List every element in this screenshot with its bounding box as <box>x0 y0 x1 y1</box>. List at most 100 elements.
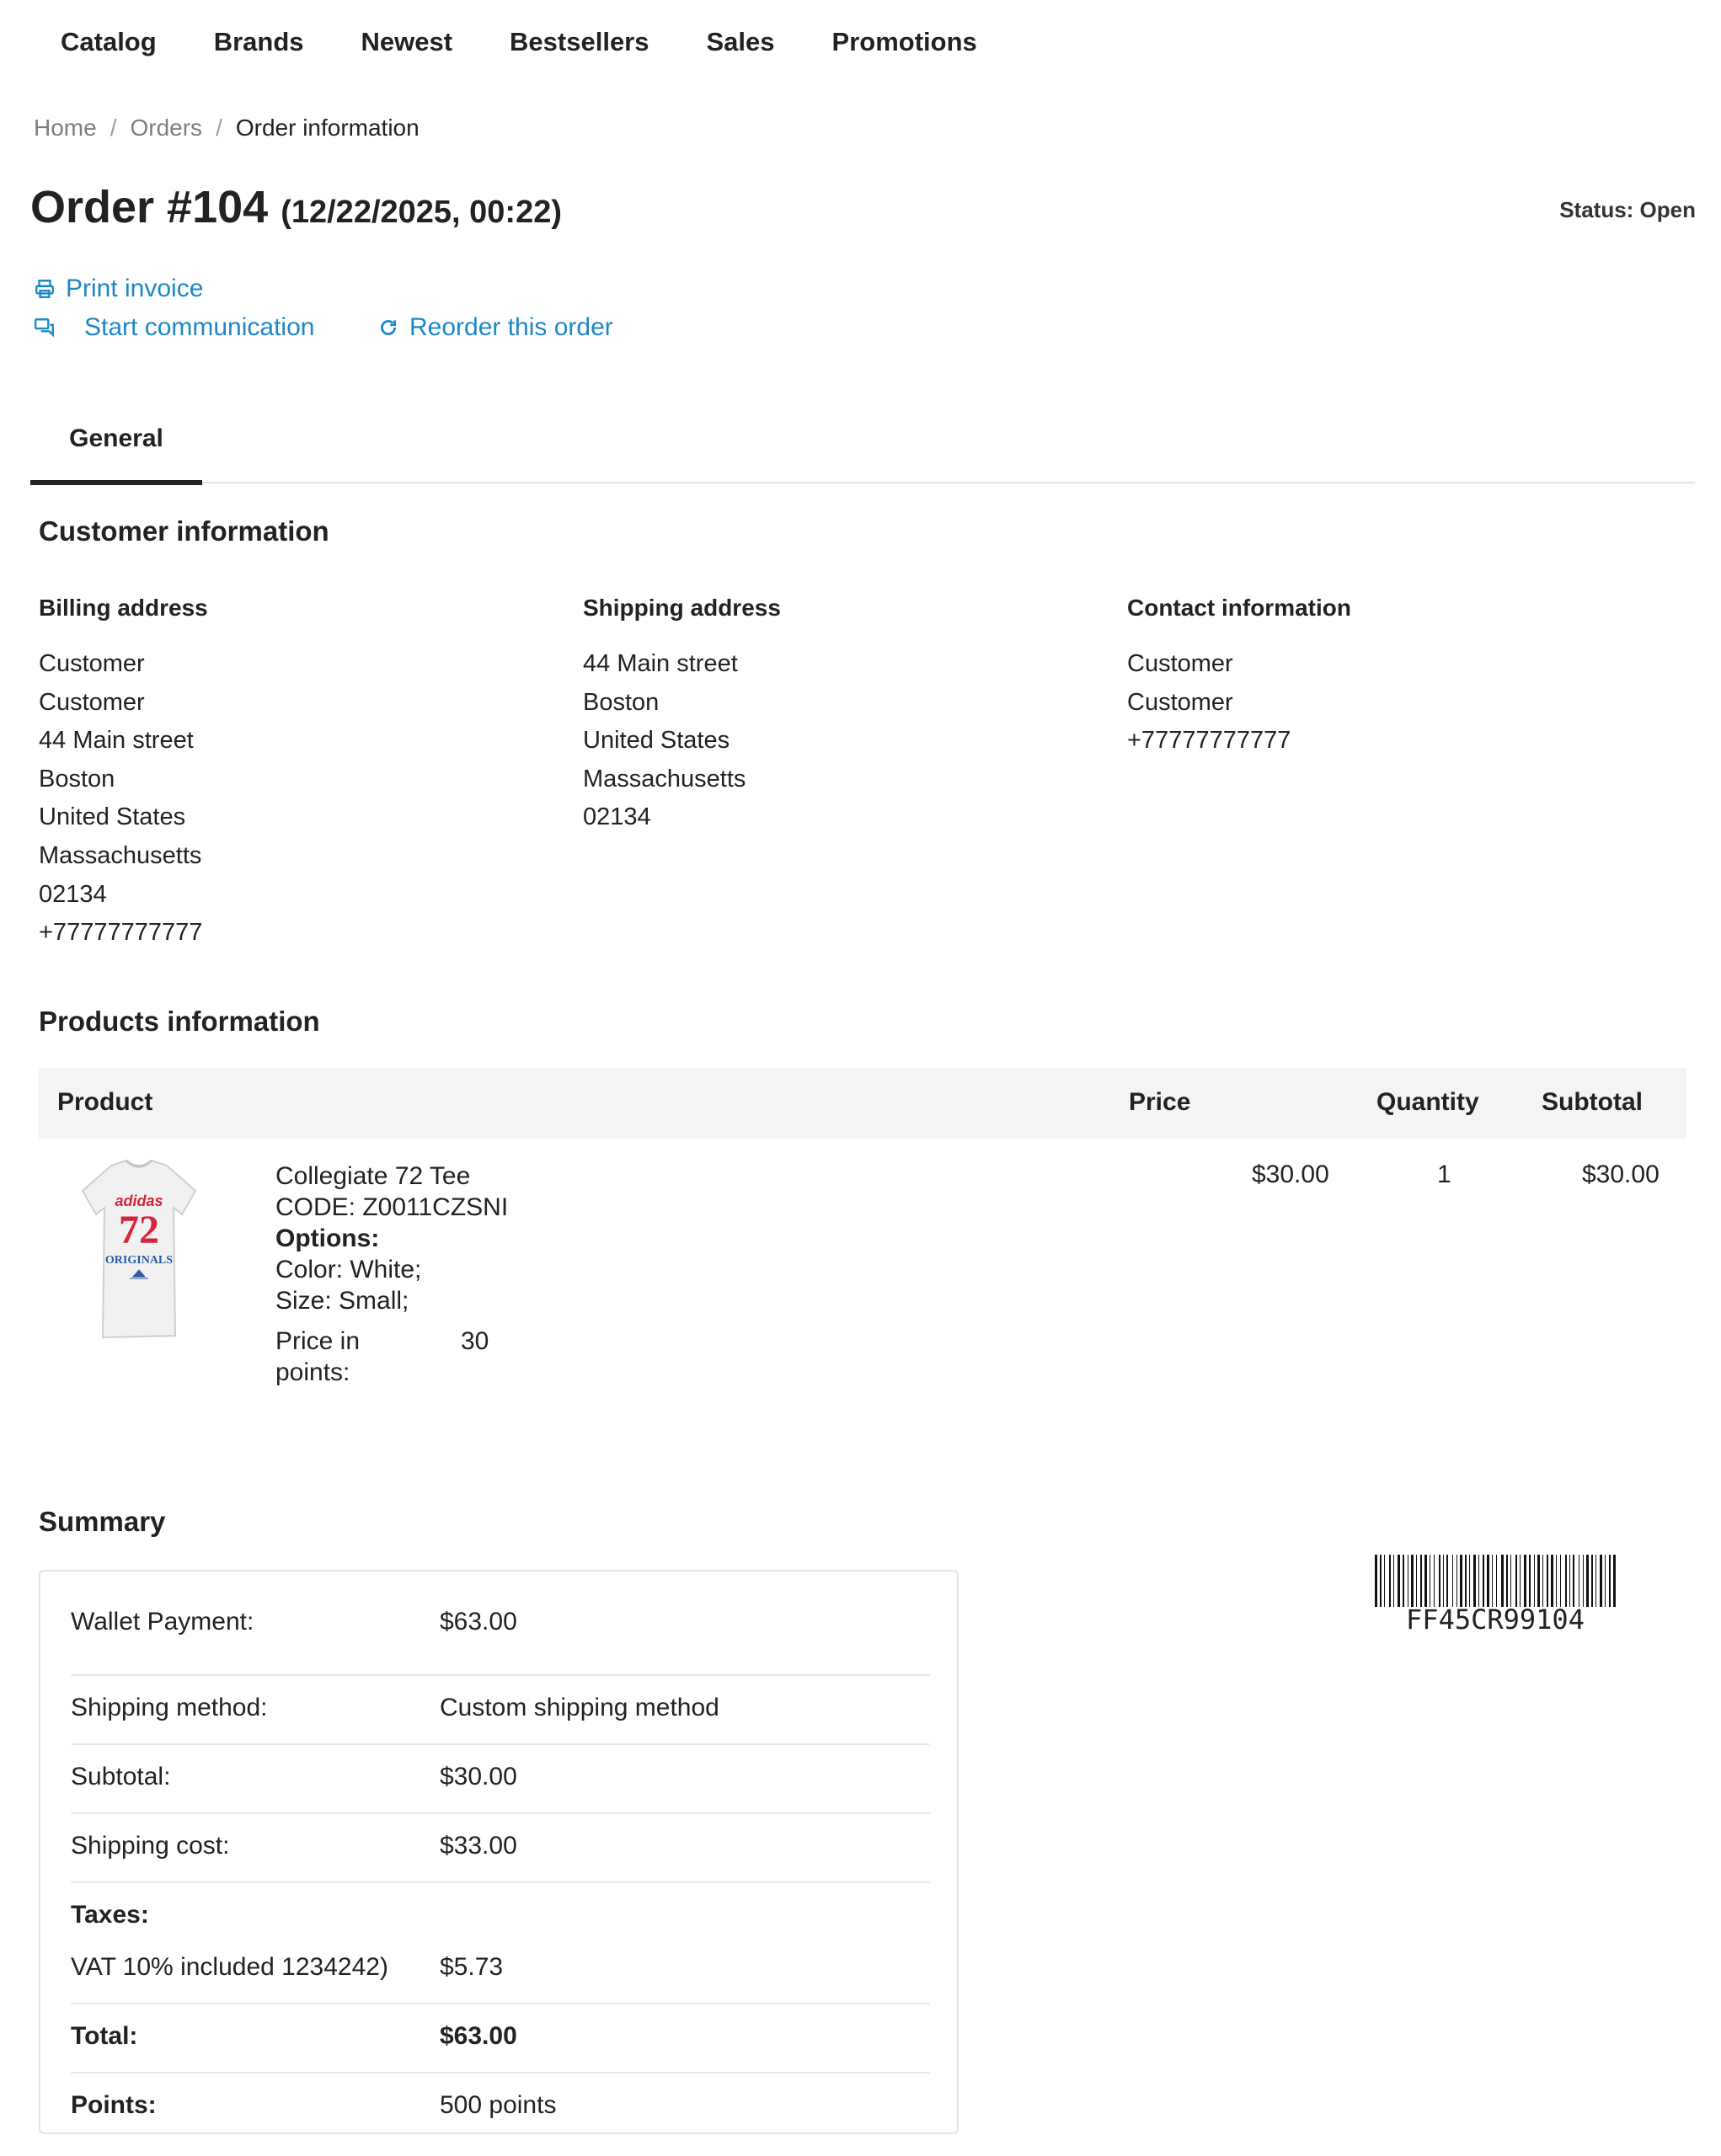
summary-heading: Summary <box>39 1506 166 1537</box>
billing-line: Massachusetts <box>39 841 202 869</box>
product-image-number: 72 <box>119 1208 159 1252</box>
summary-row-total: Total: $63.00 <box>71 2003 930 2073</box>
print-invoice-label: Print invoice <box>66 275 204 302</box>
contact-information-title: Contact information <box>1127 595 1351 621</box>
order-number: Order #104 <box>30 182 269 232</box>
product-quantity: 1 <box>1437 1161 1451 1188</box>
table-row: adidas 72 ORIGINALS Collegiate 72 Tee CO… <box>39 1139 1686 1442</box>
shipping-line: 44 Main street <box>583 650 738 677</box>
shipping-method-value: Custom shipping method <box>440 1694 719 1721</box>
shipping-line: United States <box>583 727 730 755</box>
header-product: Product <box>57 1088 153 1116</box>
product-points: Price in points: 30 <box>275 1326 511 1388</box>
top-navigation: Catalog Brands Newest Bestsellers Sales … <box>34 22 1006 62</box>
vat-value: $5.73 <box>440 1953 504 1981</box>
billing-address-title: Billing address <box>39 595 208 621</box>
total-label: Total: <box>71 2022 138 2050</box>
printer-icon <box>35 280 54 298</box>
subtotal-value: $30.00 <box>440 1763 517 1790</box>
points-value: 30 <box>461 1327 489 1355</box>
contact-information: Contact information Customer Customer +7… <box>1127 593 1351 760</box>
shipping-line: 02134 <box>583 803 651 831</box>
reorder-link[interactable]: Reorder this order <box>377 313 613 342</box>
nav-catalog[interactable]: Catalog <box>34 22 185 62</box>
products-table: Product Price Quantity Subtotal adidas 7… <box>39 1068 1686 1442</box>
breadcrumb-current: Order information <box>235 115 420 141</box>
wallet-label: Wallet Payment: <box>71 1608 254 1636</box>
billing-address: Billing address Customer Customer 44 Mai… <box>39 593 208 953</box>
product-options-label: Options: <box>275 1225 380 1252</box>
breadcrumb-home[interactable]: Home <box>34 113 97 143</box>
page-title: Order #104 (12/22/2025, 00:22) <box>30 180 562 239</box>
chat-icon <box>34 318 54 338</box>
product-subtotal: $30.00 <box>1582 1161 1660 1188</box>
billing-line: 44 Main street <box>39 727 194 755</box>
tab-bar: General <box>30 413 1695 485</box>
shipping-address-title: Shipping address <box>583 595 781 621</box>
product-code: CODE: Z0011CZSNI <box>275 1193 509 1221</box>
shipping-line: Massachusetts <box>583 765 746 792</box>
shipping-cost-label: Shipping cost: <box>71 1832 230 1860</box>
product-price: $30.00 <box>1252 1161 1329 1188</box>
total-value: $63.00 <box>440 2022 517 2050</box>
summary-points-value: 500 points <box>440 2091 557 2119</box>
reorder-label: Reorder this order <box>409 313 613 341</box>
product-image-sub: ORIGINALS <box>105 1254 173 1267</box>
nav-sales[interactable]: Sales <box>678 22 804 62</box>
header-quantity: Quantity <box>1376 1088 1479 1116</box>
summary-row-shipping-cost: Shipping cost: $33.00 <box>71 1812 930 1883</box>
product-image-brand: adidas <box>115 1193 163 1209</box>
taxes-label: Taxes: <box>71 1901 149 1929</box>
nav-bestsellers[interactable]: Bestsellers <box>481 22 677 62</box>
billing-line: Customer <box>39 688 145 716</box>
status-badge: Status: Open <box>1559 197 1696 222</box>
nav-newest[interactable]: Newest <box>333 22 482 62</box>
refresh-icon <box>381 320 396 335</box>
customer-info-heading: Customer information <box>39 515 329 547</box>
start-communication-link[interactable]: Start communication <box>34 313 314 342</box>
breadcrumb: Home / Orders / Order information <box>34 113 420 143</box>
summary-row-vat: VAT 10% included 1234242) $5.73 <box>71 1934 930 2004</box>
contact-line: Customer <box>1127 650 1233 677</box>
product-option-size: Size: Small; <box>275 1287 409 1315</box>
wallet-value: $63.00 <box>440 1608 517 1636</box>
billing-line: Boston <box>39 765 115 792</box>
header-subtotal: Subtotal <box>1542 1088 1643 1116</box>
subtotal-label: Subtotal: <box>71 1763 171 1790</box>
billing-line: +77777777777 <box>39 919 203 947</box>
breadcrumb-separator: / <box>110 115 117 141</box>
contact-line: Customer <box>1127 688 1233 716</box>
contact-line: +77777777777 <box>1127 727 1291 755</box>
billing-line: United States <box>39 803 186 831</box>
products-table-header: Product Price Quantity Subtotal <box>39 1068 1686 1139</box>
product-option-color: Color: White; <box>275 1256 422 1283</box>
start-communication-label: Start communication <box>84 313 315 341</box>
shipping-method-label: Shipping method: <box>71 1694 268 1721</box>
summary-row-subtotal: Subtotal: $30.00 <box>71 1743 930 1814</box>
vat-label: VAT 10% included 1234242) <box>71 1953 388 1981</box>
print-invoice-link[interactable]: Print invoice <box>34 275 203 303</box>
header-price: Price <box>1129 1088 1191 1116</box>
order-page: Catalog Brands Newest Bestsellers Sales … <box>0 0 1721 2156</box>
billing-line: 02134 <box>39 880 107 908</box>
points-label: Price in points: <box>275 1327 361 1386</box>
order-date: (12/22/2025, 00:22) <box>281 195 563 230</box>
product-image[interactable]: adidas 72 ORIGINALS <box>77 1159 200 1342</box>
summary-row-wallet: Wallet Payment: $63.00 <box>71 1605 930 1676</box>
barcode-number: FF45CR99104 <box>1406 1604 1585 1636</box>
product-name[interactable]: Collegiate 72 Tee <box>275 1161 508 1192</box>
summary-points-label: Points: <box>71 2091 157 2119</box>
shipping-address: Shipping address 44 Main street Boston U… <box>583 593 781 837</box>
billing-line: Customer <box>39 650 145 677</box>
tab-general[interactable]: General <box>30 413 202 485</box>
nav-promotions[interactable]: Promotions <box>804 22 1006 62</box>
shipping-line: Boston <box>583 688 660 716</box>
products-info-heading: Products information <box>39 1006 320 1037</box>
breadcrumb-orders[interactable]: Orders <box>130 113 202 143</box>
breadcrumb-separator: / <box>216 115 222 141</box>
summary-row-shipping-method: Shipping method: Custom shipping method <box>71 1674 930 1745</box>
summary-box: Wallet Payment: $63.00 Shipping method: … <box>39 1570 959 2134</box>
product-details: Collegiate 72 Tee CODE: Z0011CZSNI Optio… <box>275 1161 508 1316</box>
shipping-cost-value: $33.00 <box>440 1832 517 1860</box>
nav-brands[interactable]: Brands <box>185 22 333 62</box>
